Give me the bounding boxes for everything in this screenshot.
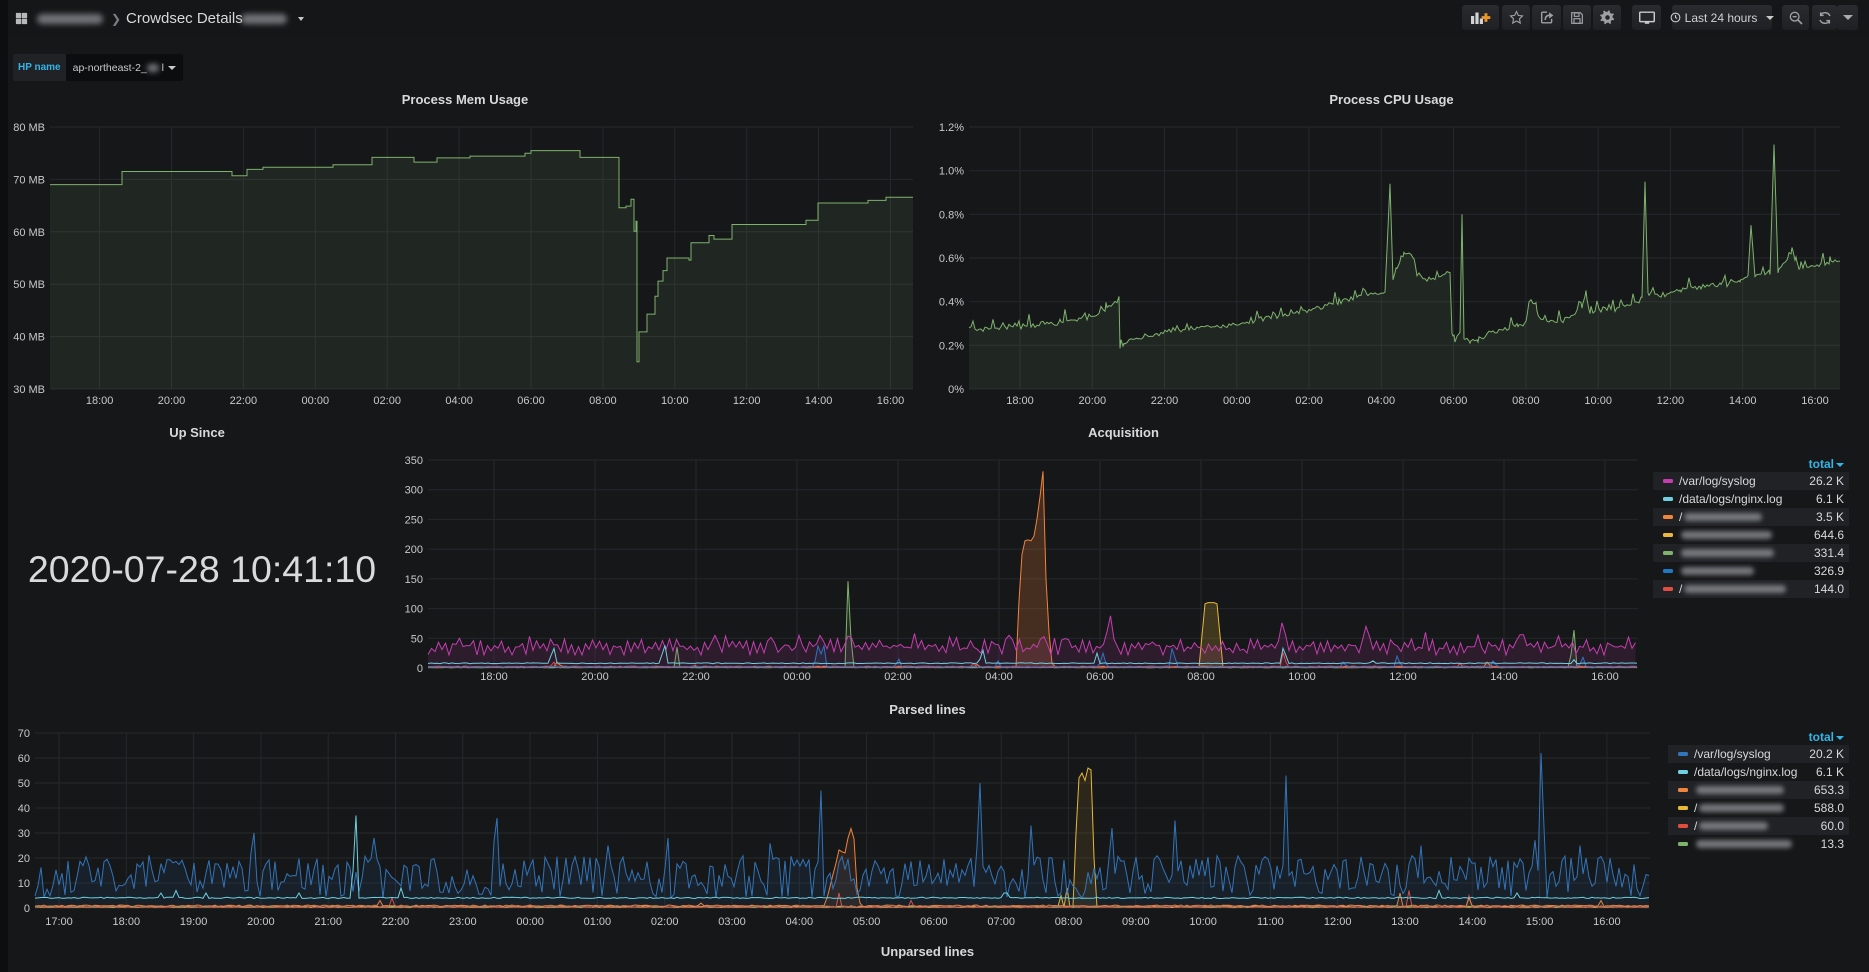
svg-text:150: 150 — [405, 574, 423, 586]
svg-text:04:00: 04:00 — [786, 916, 814, 928]
svg-text:20:00: 20:00 — [158, 395, 186, 407]
svg-text:06:00: 06:00 — [1440, 395, 1468, 407]
svg-text:0.6%: 0.6% — [939, 253, 964, 265]
svg-text:14:00: 14:00 — [805, 395, 833, 407]
svg-text:50 MB: 50 MB — [13, 279, 45, 291]
svg-text:02:00: 02:00 — [373, 395, 401, 407]
svg-text:12:00: 12:00 — [1657, 395, 1685, 407]
svg-text:12:00: 12:00 — [1324, 916, 1352, 928]
svg-text:03:00: 03:00 — [718, 916, 746, 928]
svg-text:14:00: 14:00 — [1459, 916, 1487, 928]
svg-text:18:00: 18:00 — [86, 395, 114, 407]
svg-text:0.8%: 0.8% — [939, 209, 964, 221]
svg-text:0.2%: 0.2% — [939, 340, 964, 352]
svg-text:09:00: 09:00 — [1122, 916, 1150, 928]
svg-text:13:00: 13:00 — [1391, 916, 1419, 928]
svg-text:10:00: 10:00 — [1189, 916, 1217, 928]
svg-text:19:00: 19:00 — [180, 916, 208, 928]
svg-text:07:00: 07:00 — [987, 916, 1015, 928]
svg-text:80 MB: 80 MB — [13, 122, 45, 134]
svg-text:05:00: 05:00 — [853, 916, 881, 928]
svg-text:08:00: 08:00 — [1512, 395, 1540, 407]
svg-text:40: 40 — [18, 803, 30, 815]
svg-text:04:00: 04:00 — [1368, 395, 1396, 407]
svg-text:15:00: 15:00 — [1526, 916, 1554, 928]
svg-text:10:00: 10:00 — [661, 395, 689, 407]
svg-text:100: 100 — [405, 604, 423, 616]
svg-text:16:00: 16:00 — [877, 395, 905, 407]
svg-text:60: 60 — [18, 753, 30, 765]
svg-text:50: 50 — [18, 778, 30, 790]
svg-text:10: 10 — [18, 878, 30, 890]
svg-text:02:00: 02:00 — [884, 671, 912, 683]
svg-text:10:00: 10:00 — [1288, 671, 1316, 683]
svg-text:40 MB: 40 MB — [13, 332, 45, 344]
svg-text:30: 30 — [18, 828, 30, 840]
svg-text:0%: 0% — [948, 384, 964, 396]
svg-text:06:00: 06:00 — [920, 916, 948, 928]
svg-text:02:00: 02:00 — [1295, 395, 1323, 407]
svg-text:00:00: 00:00 — [783, 671, 811, 683]
svg-text:08:00: 08:00 — [1187, 671, 1215, 683]
svg-text:23:00: 23:00 — [449, 916, 477, 928]
svg-text:14:00: 14:00 — [1729, 395, 1757, 407]
svg-text:11:00: 11:00 — [1257, 916, 1284, 928]
svg-text:350: 350 — [405, 455, 423, 467]
svg-text:20:00: 20:00 — [247, 916, 275, 928]
svg-text:17:00: 17:00 — [45, 916, 73, 928]
svg-text:08:00: 08:00 — [1055, 916, 1083, 928]
svg-text:06:00: 06:00 — [517, 395, 545, 407]
svg-text:20:00: 20:00 — [1079, 395, 1107, 407]
svg-text:300: 300 — [405, 485, 423, 497]
svg-text:08:00: 08:00 — [589, 395, 617, 407]
svg-text:70 MB: 70 MB — [13, 174, 45, 186]
svg-text:00:00: 00:00 — [302, 395, 330, 407]
svg-text:06:00: 06:00 — [1086, 671, 1114, 683]
svg-text:18:00: 18:00 — [480, 671, 508, 683]
svg-text:16:00: 16:00 — [1801, 395, 1829, 407]
svg-text:30 MB: 30 MB — [13, 384, 45, 396]
svg-text:22:00: 22:00 — [1151, 395, 1179, 407]
svg-text:0.4%: 0.4% — [939, 297, 964, 309]
svg-text:18:00: 18:00 — [113, 916, 141, 928]
svg-text:01:00: 01:00 — [584, 916, 612, 928]
svg-text:00:00: 00:00 — [516, 916, 544, 928]
svg-text:20:00: 20:00 — [581, 671, 609, 683]
svg-text:10:00: 10:00 — [1584, 395, 1612, 407]
svg-text:70: 70 — [18, 728, 30, 740]
svg-text:18:00: 18:00 — [1006, 395, 1034, 407]
svg-text:16:00: 16:00 — [1591, 671, 1619, 683]
svg-text:200: 200 — [405, 544, 423, 556]
svg-text:0: 0 — [417, 663, 423, 675]
svg-text:1.0%: 1.0% — [939, 166, 964, 178]
svg-text:1.2%: 1.2% — [939, 122, 964, 134]
svg-text:16:00: 16:00 — [1593, 916, 1621, 928]
svg-text:02:00: 02:00 — [651, 916, 679, 928]
svg-text:04:00: 04:00 — [985, 671, 1013, 683]
svg-text:21:00: 21:00 — [314, 916, 342, 928]
svg-text:22:00: 22:00 — [682, 671, 710, 683]
svg-text:14:00: 14:00 — [1490, 671, 1518, 683]
svg-text:20: 20 — [18, 853, 30, 865]
svg-text:12:00: 12:00 — [1389, 671, 1417, 683]
svg-text:22:00: 22:00 — [382, 916, 410, 928]
svg-text:50: 50 — [411, 633, 423, 645]
svg-text:250: 250 — [405, 514, 423, 526]
svg-text:0: 0 — [24, 903, 30, 915]
svg-text:00:00: 00:00 — [1223, 395, 1251, 407]
svg-text:22:00: 22:00 — [230, 395, 258, 407]
svg-text:12:00: 12:00 — [733, 395, 761, 407]
svg-text:04:00: 04:00 — [445, 395, 473, 407]
svg-text:60 MB: 60 MB — [13, 227, 45, 239]
